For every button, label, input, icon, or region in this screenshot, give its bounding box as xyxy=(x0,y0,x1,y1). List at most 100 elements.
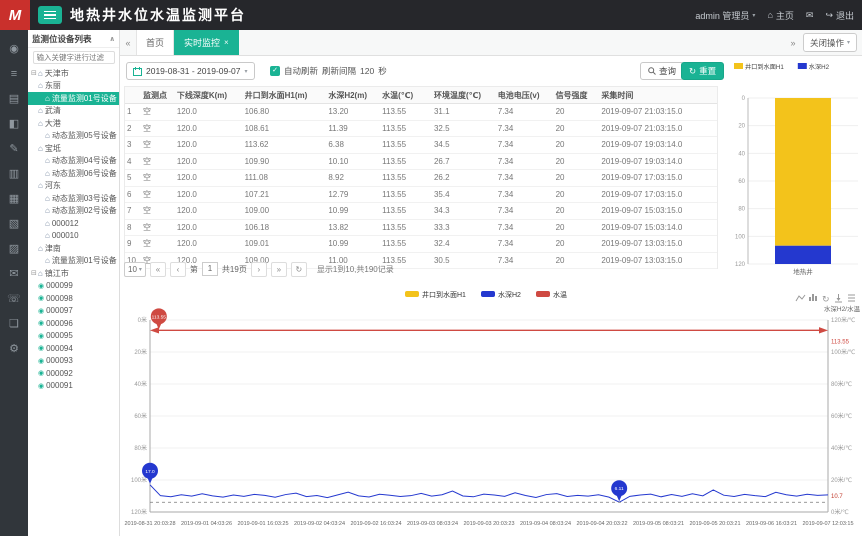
interval-value[interactable]: 120 xyxy=(360,66,374,76)
menu-icon[interactable]: ≡ xyxy=(0,61,28,86)
tree-node[interactable]: ◉000099 xyxy=(28,280,119,293)
table-icon[interactable]: ▧ xyxy=(0,211,28,236)
mail-icon[interactable]: ✉ xyxy=(806,10,814,21)
toolbox-restore-icon[interactable]: ↻ xyxy=(822,294,830,304)
table-cell: 35.4 xyxy=(432,190,496,199)
settings-icon[interactable]: ⚙ xyxy=(0,336,28,361)
toolbox-barchart-icon[interactable] xyxy=(809,294,817,301)
table-row[interactable]: 9空120.0109.0110.99113.5532.47.34202019-0… xyxy=(125,236,717,253)
table-cell: 111.08 xyxy=(243,173,327,182)
chat-icon[interactable]: ❏ xyxy=(0,311,28,336)
query-button[interactable]: 查询 xyxy=(640,62,684,80)
tree-node[interactable]: ⌂东丽 xyxy=(28,80,119,93)
tree-node[interactable]: ⌂宝坻 xyxy=(28,142,119,155)
page-size-select[interactable]: 10 ▾ xyxy=(124,262,146,277)
tree-node[interactable]: ◉000094 xyxy=(28,342,119,355)
tree-node-label: 津南 xyxy=(45,243,61,254)
tree-node[interactable]: ⌂流量监测01号设备 xyxy=(28,255,119,268)
toolbox-save-image-icon[interactable] xyxy=(835,294,842,302)
table-cell: 20 xyxy=(554,157,600,166)
grid-icon[interactable]: ▨ xyxy=(0,236,28,261)
svg-text:40米/℃: 40米/℃ xyxy=(831,444,852,452)
tree-node-label: 动态监测05号设备 xyxy=(52,130,117,141)
message-icon[interactable]: ✉ xyxy=(0,261,28,286)
table-row[interactable]: 7空120.0109.0010.99113.5534.37.34202019-0… xyxy=(125,203,717,220)
table-row[interactable]: 5空120.0111.088.92113.5526.27.34202019-09… xyxy=(125,170,717,187)
tree-node[interactable]: ⌂动态监测06号设备 xyxy=(28,167,119,180)
auto-refresh-checkbox[interactable]: ✓ xyxy=(270,66,280,76)
tree-node[interactable]: ⌂武清 xyxy=(28,105,119,118)
chevron-up-icon[interactable]: ∧ xyxy=(109,35,115,43)
collapse-icon[interactable]: ⊟ xyxy=(31,69,37,77)
tree-node[interactable]: ⌂000010 xyxy=(28,230,119,243)
table-row[interactable]: 2空120.0108.6111.39113.5532.57.34202019-0… xyxy=(125,121,717,138)
last-page-button[interactable]: » xyxy=(271,262,287,277)
table-row[interactable]: 3空120.0113.626.38113.5534.57.34202019-09… xyxy=(125,137,717,154)
tree-node[interactable]: ⌂流量监测01号设备 xyxy=(28,92,119,105)
collapse-icon[interactable]: ⊟ xyxy=(31,269,37,277)
tabs-scroll-right-icon[interactable]: » xyxy=(785,38,801,48)
first-page-button[interactable]: « xyxy=(150,262,166,277)
support-icon[interactable]: ☏ xyxy=(0,286,28,311)
menu-toggle-button[interactable] xyxy=(38,6,62,24)
prev-page-button[interactable]: ‹ xyxy=(170,262,186,277)
tree-search-input[interactable] xyxy=(33,51,115,64)
app-header: M 地热井水位水温监测平台 admin 管理员 ▾ ⌂ 主页 ✉ ↪ 退出 xyxy=(0,0,862,30)
tree-node[interactable]: ⌂动态监测02号设备 xyxy=(28,205,119,218)
tree-node[interactable]: ⌂动态监测05号设备 xyxy=(28,130,119,143)
tree-node[interactable]: ◉000095 xyxy=(28,330,119,343)
tab-close-icon[interactable]: × xyxy=(224,38,229,47)
edit-icon[interactable]: ✎ xyxy=(0,136,28,161)
page-number-input[interactable]: 1 xyxy=(202,262,218,276)
tree-node[interactable]: ◉000091 xyxy=(28,380,119,393)
refresh-table-button[interactable]: ↻ xyxy=(291,262,307,277)
folder-icon: ⌂ xyxy=(38,181,43,190)
table-cell: 106.80 xyxy=(243,107,327,116)
tree-node[interactable]: ⌂动态监测04号设备 xyxy=(28,155,119,168)
user-menu[interactable]: admin 管理员 ▾ xyxy=(695,9,755,22)
tree-node[interactable]: ◉000098 xyxy=(28,292,119,305)
close-operations-button[interactable]: 关闭操作 ▾ xyxy=(803,33,857,52)
table-row[interactable]: 4空120.0109.9010.10113.5526.77.34202019-0… xyxy=(125,154,717,171)
table-cell: 113.55 xyxy=(380,223,432,232)
reset-button[interactable]: ↻ 重置 xyxy=(681,62,724,80)
chart-icon[interactable]: ▥ xyxy=(0,161,28,186)
tree-node[interactable]: ◉000097 xyxy=(28,305,119,318)
tab-首页[interactable]: 首页 xyxy=(136,30,174,55)
report-icon[interactable]: ▦ xyxy=(0,186,28,211)
toolbox-linechart-icon[interactable] xyxy=(796,295,805,301)
device-icon[interactable]: ◧ xyxy=(0,111,28,136)
table-cell: 3 xyxy=(125,140,141,149)
device-dot-icon: ◉ xyxy=(38,332,44,340)
tree-node[interactable]: ⌂大港 xyxy=(28,117,119,130)
tab-实时监控[interactable]: 实时监控× xyxy=(174,30,239,55)
svg-text:2019-09-05 20:03:21: 2019-09-05 20:03:21 xyxy=(689,521,740,527)
user-icon[interactable]: ◉ xyxy=(0,36,28,61)
tree-node-label: 000094 xyxy=(46,344,73,353)
tree-node[interactable]: ◉000093 xyxy=(28,355,119,368)
toolbox-dataview-icon[interactable] xyxy=(848,295,855,301)
line-chart: 0米120米/℃20米100米/℃40米80米/℃60米60米/℃80米40米/… xyxy=(120,286,862,536)
tree-node[interactable]: ⌂动态监测03号设备 xyxy=(28,192,119,205)
tree-node[interactable]: ◉000092 xyxy=(28,367,119,380)
table-cell: 113.55 xyxy=(380,173,432,182)
table-cell: 20 xyxy=(554,239,600,248)
table-row[interactable]: 8空120.0106.1813.82113.5533.37.34202019-0… xyxy=(125,220,717,237)
table-row[interactable]: 6空120.0107.2112.79113.5535.47.34202019-0… xyxy=(125,187,717,204)
tree-node[interactable]: ◉000096 xyxy=(28,317,119,330)
table-row[interactable]: 1空120.0106.8013.20113.5531.17.34202019-0… xyxy=(125,104,717,121)
tree-node-label: 000096 xyxy=(46,319,73,328)
page-size-value: 10 xyxy=(128,265,137,274)
tree-node[interactable]: ⌂津南 xyxy=(28,242,119,255)
tree-node[interactable]: ⊟⌂天津市 xyxy=(28,67,119,80)
hamburger-icon xyxy=(44,11,56,13)
logout-link[interactable]: ↪ 退出 xyxy=(825,9,854,22)
monitor-icon[interactable]: ▤ xyxy=(0,86,28,111)
date-range-button[interactable]: 2019-08-31 - 2019-09-07 ▾ xyxy=(126,62,255,80)
tree-node[interactable]: ⌂河东 xyxy=(28,180,119,193)
tree-node[interactable]: ⌂000012 xyxy=(28,217,119,230)
tree-node[interactable]: ⊟⌂镇江市 xyxy=(28,267,119,280)
next-page-button[interactable]: › xyxy=(251,262,267,277)
tabs-scroll-left-icon[interactable]: « xyxy=(120,38,136,48)
home-link[interactable]: ⌂ 主页 xyxy=(767,9,793,22)
